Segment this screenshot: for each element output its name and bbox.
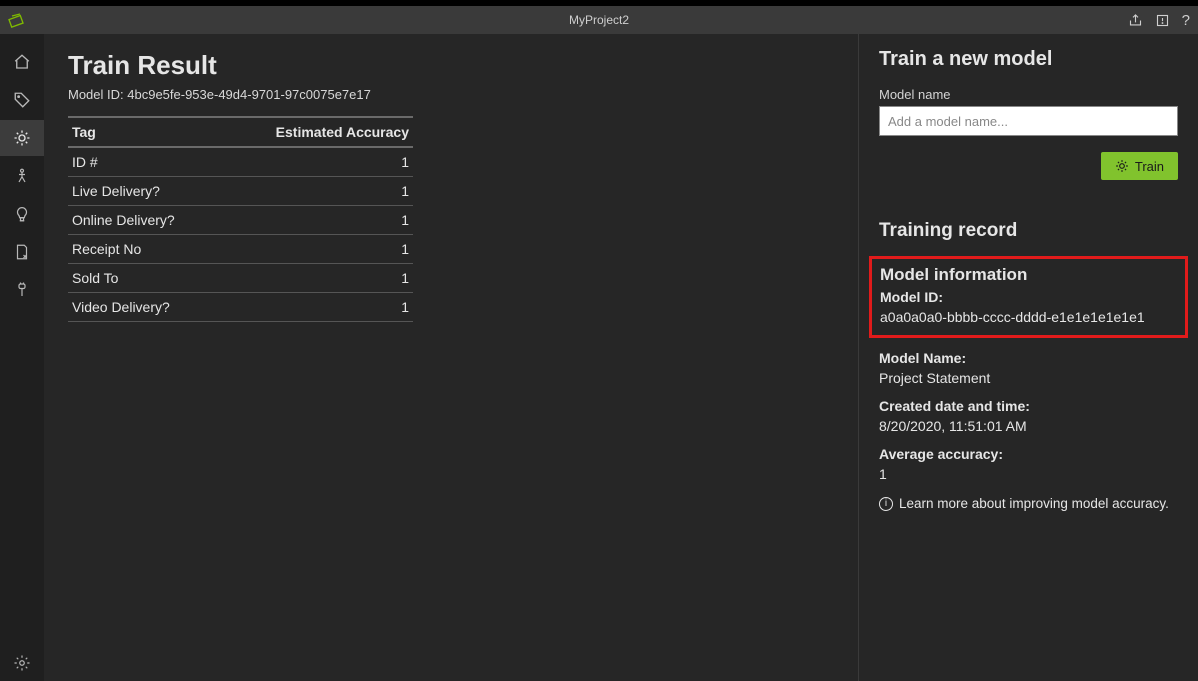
nav-connect[interactable]	[0, 272, 44, 308]
nav-compose[interactable]	[0, 158, 44, 194]
model-info-heading: Model information	[880, 265, 1177, 285]
learn-more-text: Learn more about improving model accurac…	[899, 496, 1169, 511]
model-id-value: 4bc9e5fe-953e-49d4-9701-97c0075e7e17	[127, 87, 371, 102]
model-id-prefix: Model ID:	[68, 87, 127, 102]
titlebar: MyProject2 ?	[0, 6, 1198, 34]
train-button[interactable]: Train	[1101, 152, 1178, 180]
train-button-label: Train	[1135, 159, 1164, 174]
model-id-text: a0a0a0a0-bbbb-cccc-dddd-e1e1e1e1e1e1	[880, 309, 1177, 325]
model-id-label: Model ID:	[880, 289, 1177, 305]
main-content: Train Result Model ID: 4bc9e5fe-953e-49d…	[44, 34, 858, 681]
col-tag: Tag	[68, 117, 220, 147]
nav-train[interactable]	[0, 120, 44, 156]
model-id-line: Model ID: 4bc9e5fe-953e-49d4-9701-97c007…	[68, 87, 834, 102]
nav-tags[interactable]	[0, 82, 44, 118]
nav-document[interactable]	[0, 234, 44, 270]
app-logo-icon	[8, 12, 24, 28]
nav-predict[interactable]	[0, 196, 44, 232]
table-row: Live Delivery?1	[68, 177, 413, 206]
created-value: 8/20/2020, 11:51:01 AM	[879, 418, 1178, 434]
table-row: ID #1	[68, 147, 413, 177]
model-name-input[interactable]	[879, 106, 1178, 136]
feedback-icon[interactable]	[1155, 12, 1170, 29]
nav-home[interactable]	[0, 44, 44, 80]
gear-small-icon	[1115, 159, 1129, 173]
nav-settings[interactable]	[0, 645, 44, 681]
avg-acc-label: Average accuracy:	[879, 446, 1178, 462]
table-row: Online Delivery?1	[68, 206, 413, 235]
model-name-label: Model name	[879, 87, 1178, 102]
avg-acc-value: 1	[879, 466, 1178, 482]
page-title: Train Result	[68, 50, 834, 81]
model-info-highlight: Model information Model ID: a0a0a0a0-bbb…	[869, 256, 1188, 338]
model-name-value: Project Statement	[879, 370, 1178, 386]
result-table: Tag Estimated Accuracy ID #1 Live Delive…	[68, 116, 413, 322]
model-name-label2: Model Name:	[879, 350, 1178, 366]
share-icon[interactable]	[1128, 12, 1143, 29]
info-icon: i	[879, 497, 893, 511]
created-label: Created date and time:	[879, 398, 1178, 414]
help-icon[interactable]: ?	[1182, 12, 1190, 29]
table-row: Video Delivery?1	[68, 293, 413, 322]
table-row: Receipt No1	[68, 235, 413, 264]
new-model-heading: Train a new model	[879, 48, 1178, 71]
left-sidebar	[0, 34, 44, 681]
training-record-heading: Training record	[879, 220, 1178, 242]
learn-more-link[interactable]: i Learn more about improving model accur…	[879, 496, 1178, 511]
window-title: MyProject2	[0, 13, 1198, 27]
table-row: Sold To1	[68, 264, 413, 293]
right-panel: Train a new model Model name Train Train…	[858, 34, 1198, 681]
col-accuracy: Estimated Accuracy	[220, 117, 413, 147]
